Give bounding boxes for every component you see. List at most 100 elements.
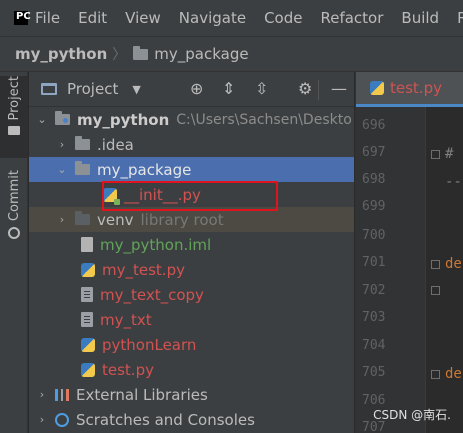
python-file-icon [81,337,95,352]
menu-edit[interactable]: Edit [78,9,107,27]
chevron-right-icon[interactable]: › [55,213,69,226]
tree-label: venv [97,210,134,229]
commit-icon [8,227,20,240]
gear-icon[interactable]: ⚙ [298,81,312,97]
menu-code[interactable]: Code [264,9,302,27]
tree-label: __init__.py [124,185,201,204]
tool-tab-project-label: Project [6,76,22,121]
python-file-icon [81,262,95,277]
tree-row-idea[interactable]: › .idea [29,132,354,157]
tree-label: External Libraries [76,385,208,404]
tree-row-iml[interactable]: my_python.iml [29,232,354,257]
panel-title[interactable]: Project [67,80,118,98]
menu-refactor[interactable]: Refactor [320,9,383,27]
tree-row-test-py[interactable]: test.py [29,357,354,382]
scratches-icon [55,412,69,427]
code-comment[interactable]: -- [445,174,462,190]
module-file-icon [81,237,93,252]
tree-path: C:\Users\Sachsen\Deskto [176,111,352,128]
libraries-icon [55,388,69,401]
python-file-icon [370,81,384,95]
menu-bar: PC File Edit View Navigate Code Refactor… [0,0,463,36]
breadcrumb-package[interactable]: my_package [154,45,248,63]
view-mode-dropdown-icon[interactable]: ▼ [132,83,140,96]
watermark: CSDN @南石. [373,408,451,422]
editor-tab-test-py[interactable]: test.py [356,72,463,107]
expand-all-icon[interactable]: ⇕ [222,81,235,97]
line-number-gutter: 696 697 698 699 700 701 702 703 704 705 … [356,107,426,433]
tree-row-root[interactable]: ⌄ my_python C:\Users\Sachsen\Deskto [29,107,354,132]
breadcrumb-project[interactable]: my_python [15,45,107,63]
tool-tab-commit-label: Commit [6,170,22,222]
code-comment[interactable]: # [445,146,453,162]
menu-file[interactable]: File [35,9,60,27]
menu-view[interactable]: View [125,9,161,27]
project-panel-header: Project ▼ ⊕ ⇕ ⇳ ⚙ — [29,72,354,107]
line-number: 698 [362,172,386,187]
menu-run-truncated[interactable]: R [457,9,463,27]
editor-pane: test.py 696 697 698 699 700 701 702 703 … [355,72,463,433]
collapse-all-icon[interactable]: ⇳ [255,81,268,97]
project-folder-icon [8,126,20,136]
tree-row-venv[interactable]: › venv library root [29,207,354,232]
chevron-right-icon[interactable]: › [55,138,69,151]
chevron-down-icon[interactable]: ⌄ [55,163,69,176]
code-def-keyword[interactable]: de [445,366,462,382]
tree-row-python-learn[interactable]: pythonLearn [29,332,354,357]
breadcrumb: my_python 〉 my_package [0,36,463,72]
line-number: 701 [362,255,386,270]
header-divider [318,80,319,100]
locate-file-icon[interactable]: ⊕ [190,81,203,97]
tree-note: library root [140,210,224,229]
line-number: 696 [362,118,386,133]
tree-row-scratches[interactable]: › Scratches and Consoles [29,407,354,432]
folder-icon [75,136,90,150]
tree-label: test.py [102,360,154,379]
tree-label: pythonLearn [102,335,197,354]
fold-marker-icon[interactable] [431,370,440,379]
fold-marker-icon[interactable] [431,286,440,295]
tool-tab-project[interactable]: Project [0,76,28,158]
code-def-keyword[interactable]: de [445,256,462,272]
chevron-right-icon[interactable]: › [35,413,49,426]
tree-label: my_python [77,110,170,129]
line-number: 697 [362,145,386,160]
tree-label: Scratches and Consoles [76,410,255,429]
tree-row-my-test[interactable]: my_test.py [29,257,354,282]
menu-build[interactable]: Build [401,9,439,27]
tool-tab-commit[interactable]: Commit [0,170,28,244]
tree-row-init-py[interactable]: __init__.py [29,182,354,207]
editor-tab-bar: test.py [356,72,463,107]
tree-row-my-txt[interactable]: my_txt [29,307,354,332]
text-file-icon [81,287,93,302]
breadcrumb-separator: 〉 [112,47,127,63]
line-number: 702 [362,283,386,298]
editor-tab-label: test.py [390,79,442,97]
line-number: 704 [362,338,386,353]
line-number: 703 [362,310,386,325]
project-panel: Project ▼ ⊕ ⇕ ⇳ ⚙ — ⌄ my_python C:\Users… [29,72,354,433]
python-file-icon [103,187,120,205]
line-number: 699 [362,199,386,214]
tool-window-strip: Project Commit [0,72,28,433]
tree-row-external-libraries[interactable]: › External Libraries [29,382,354,407]
excluded-folder-icon [75,211,90,225]
fold-marker-icon[interactable] [431,150,440,159]
chevron-right-icon[interactable]: › [35,388,49,401]
menu-navigate[interactable]: Navigate [179,9,246,27]
hide-panel-icon[interactable]: — [331,81,347,97]
tree-label: my_test.py [102,260,185,279]
project-window-icon [41,83,57,95]
tree-row-my-package[interactable]: ⌄ my_package [29,157,354,182]
fold-marker-icon[interactable] [431,260,440,269]
folder-icon [133,45,149,60]
chevron-down-icon[interactable]: ⌄ [35,113,49,126]
tree-label: my_package [97,160,192,179]
tree-label: my_python.iml [100,235,212,254]
tree-label: my_txt [100,310,152,329]
line-number: 700 [362,228,386,243]
line-number: 705 [362,365,386,380]
tree-label: my_text_copy [100,285,204,304]
tree-row-my-text-copy[interactable]: my_text_copy [29,282,354,307]
python-file-icon [81,362,95,377]
